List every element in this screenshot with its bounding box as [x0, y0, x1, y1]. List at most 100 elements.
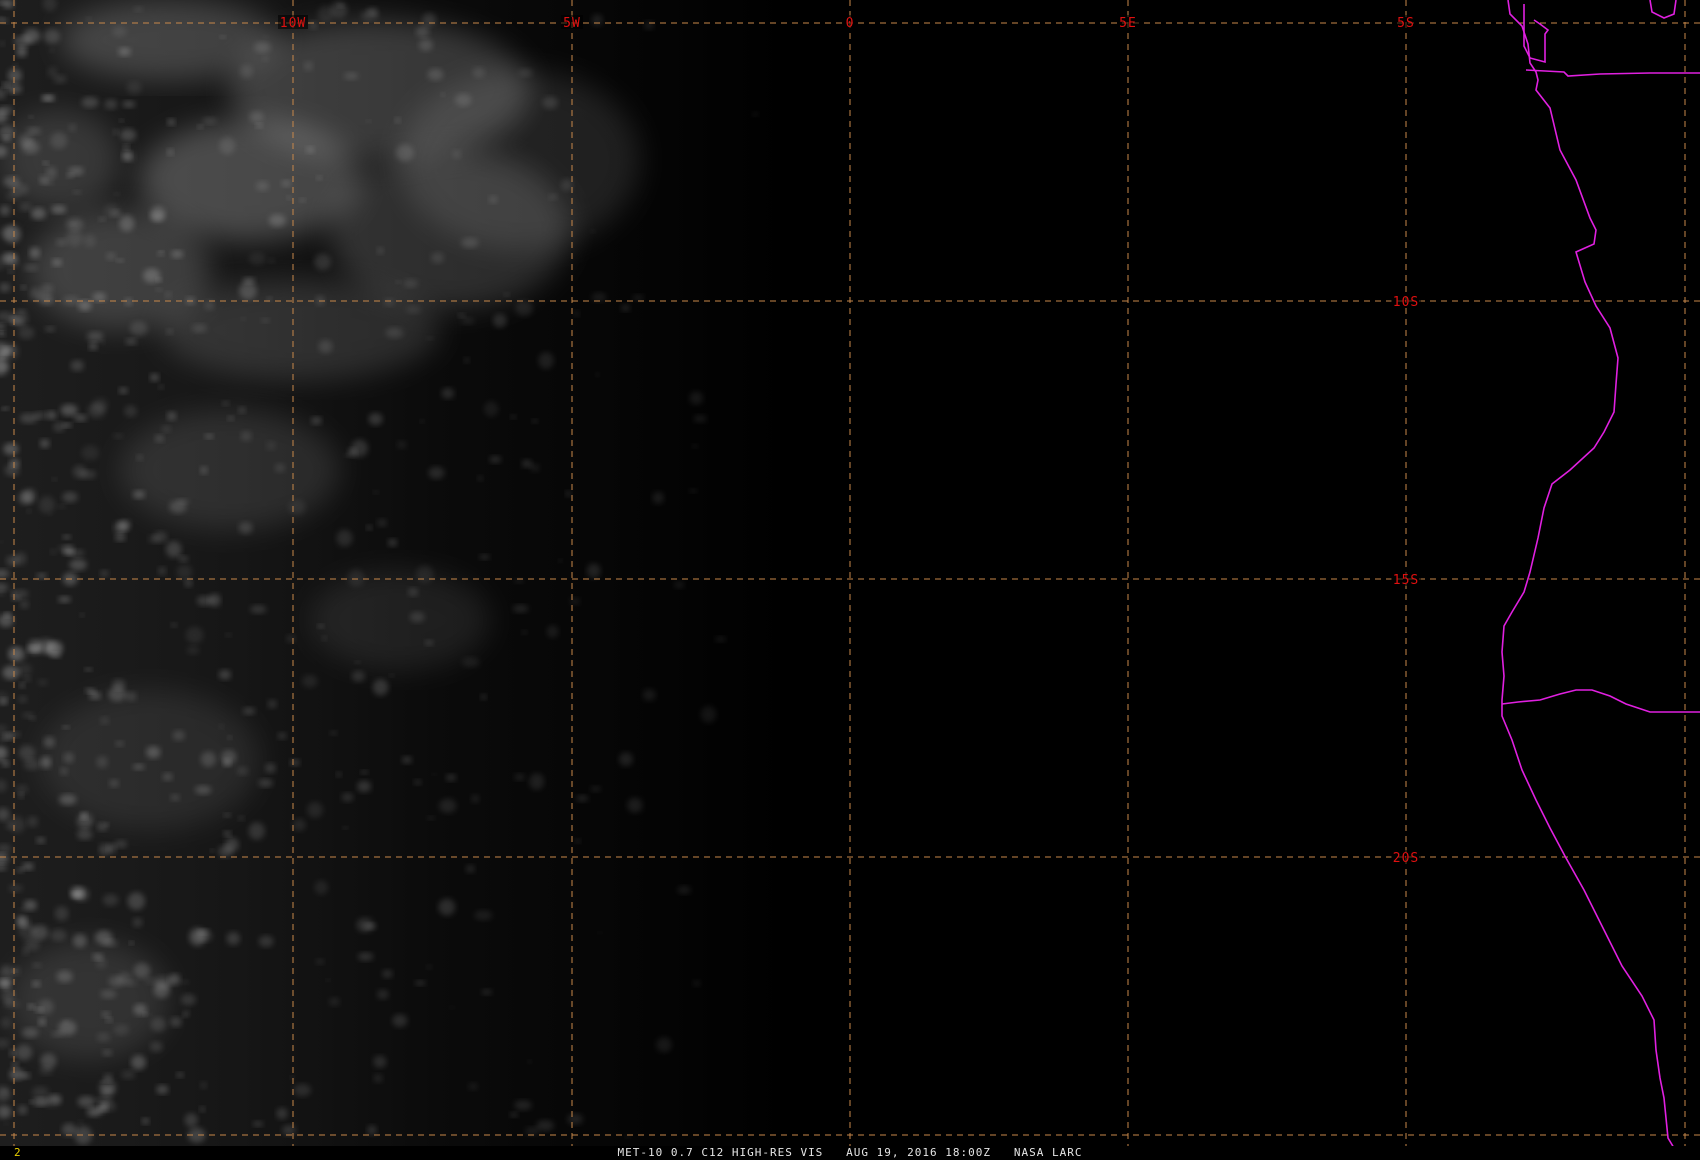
cloud-cell — [116, 258, 124, 263]
cloud-cell — [5, 192, 20, 200]
cloud-cell — [303, 61, 313, 71]
cloud-cell — [385, 327, 404, 339]
cloud-cell — [326, 978, 331, 982]
cloud-cell — [18, 491, 33, 505]
cloud-cell — [689, 488, 697, 493]
cloud-cell — [21, 1027, 39, 1038]
cloud-cell — [290, 759, 300, 766]
cloud-cell — [15, 1044, 33, 1061]
cloud-mass — [310, 570, 490, 670]
cloud-cell — [397, 440, 407, 449]
satellite-map[interactable]: 10W 5W 0 5E 5S 10S 15S 20S — [0, 0, 1700, 1160]
cloud-cell — [59, 767, 69, 775]
cloud-cell — [118, 47, 131, 56]
cloud-cell — [70, 360, 84, 372]
cloud-cell — [306, 146, 315, 154]
cloud-cell — [307, 801, 323, 818]
cloud-cell — [250, 605, 267, 614]
cloud-cell — [240, 430, 252, 442]
cloud-cell — [471, 794, 480, 804]
cloud-cell — [49, 47, 55, 53]
cloud-cell — [162, 773, 173, 781]
cloud-cell — [479, 554, 490, 560]
cloud-cell — [101, 1011, 111, 1018]
longitude-label: 5S — [1397, 16, 1415, 31]
cloud-cell — [76, 829, 93, 840]
cloud-cell — [23, 758, 40, 770]
cloud-cell — [81, 96, 99, 108]
cloud-cell — [38, 1018, 46, 1026]
cloud-cell — [569, 597, 580, 605]
cloud-cell — [114, 533, 126, 542]
cloud-cell — [542, 96, 558, 109]
cloud-cell — [18, 695, 28, 703]
cloud-cell — [318, 340, 333, 353]
cloud-cell — [254, 41, 271, 53]
cloud-cell — [48, 513, 53, 516]
cloud-cell — [590, 785, 602, 792]
cloud-cell — [118, 387, 128, 395]
cloud-cell — [360, 770, 369, 775]
cloud-cell — [226, 932, 240, 945]
cloud-cell — [440, 92, 445, 97]
cloud-mass — [10, 940, 170, 1060]
cloud-cell — [50, 132, 68, 149]
cloud-cell — [591, 14, 604, 27]
cloud-cell — [43, 736, 55, 748]
cloud-cell — [52, 477, 57, 481]
cloud-cell — [176, 564, 193, 580]
cloud-cell — [170, 622, 177, 628]
cloud-cell — [468, 1082, 479, 1091]
cloud-cell — [377, 518, 387, 527]
cloud-cell — [53, 74, 67, 84]
cloud-cell — [227, 238, 231, 241]
cloud-cell — [265, 763, 276, 774]
satellite-image-viewer[interactable]: 10W 5W 0 5E 5S 10S 15S 20S 2 MET-10 0.7 C12 HIG… — [0, 0, 1700, 1160]
cloud-cell — [472, 67, 485, 78]
cloud-cell — [29, 716, 36, 721]
cloud-cell — [149, 373, 160, 382]
cloud-cell — [78, 300, 92, 311]
cloud-cell — [177, 498, 190, 505]
cloud-cell — [132, 490, 145, 499]
cloud-cell — [357, 952, 374, 961]
cloud-cell — [141, 1117, 150, 1125]
cloud-cell — [256, 181, 269, 191]
cloud-cell — [166, 148, 174, 156]
cloud-cell — [12, 63, 18, 67]
cloud-cell — [389, 673, 395, 678]
cloud-cell — [202, 117, 217, 125]
cloud-cell — [258, 935, 274, 947]
cloud-cell — [29, 287, 43, 301]
cloud-cell — [104, 204, 119, 217]
cloud-cell — [384, 298, 395, 307]
cloud-cell — [439, 798, 457, 814]
cloud-cell — [113, 521, 127, 534]
cloud-cell — [172, 730, 185, 741]
cloud-cell — [409, 611, 425, 623]
cloud-cell — [19, 203, 32, 211]
cloud-cell — [16, 46, 28, 57]
cloud-cell — [2, 1088, 8, 1095]
cloud-cell — [14, 552, 27, 565]
cloud-cell — [88, 342, 98, 351]
cloud-cell — [44, 326, 56, 332]
cloud-cell — [102, 1049, 113, 1057]
cloud-cell — [317, 624, 324, 629]
cloud-cell — [100, 340, 105, 345]
cloud-cell — [42, 161, 49, 166]
cloud-cell — [74, 414, 88, 422]
cloud-cell — [204, 300, 215, 311]
cloud-cell — [40, 284, 54, 295]
cloud-cell — [72, 933, 87, 948]
cloud-cell — [292, 818, 306, 832]
cloud-cell — [632, 294, 644, 302]
cloud-cell — [392, 1014, 408, 1027]
cloud-cell — [354, 660, 361, 664]
cloud-cell — [625, 1135, 631, 1139]
cloud-cell — [11, 1062, 19, 1068]
cloud-cell — [107, 843, 117, 854]
cloud-cell — [68, 123, 77, 132]
cloud-cell — [133, 962, 151, 979]
cloud-cell — [113, 433, 124, 439]
